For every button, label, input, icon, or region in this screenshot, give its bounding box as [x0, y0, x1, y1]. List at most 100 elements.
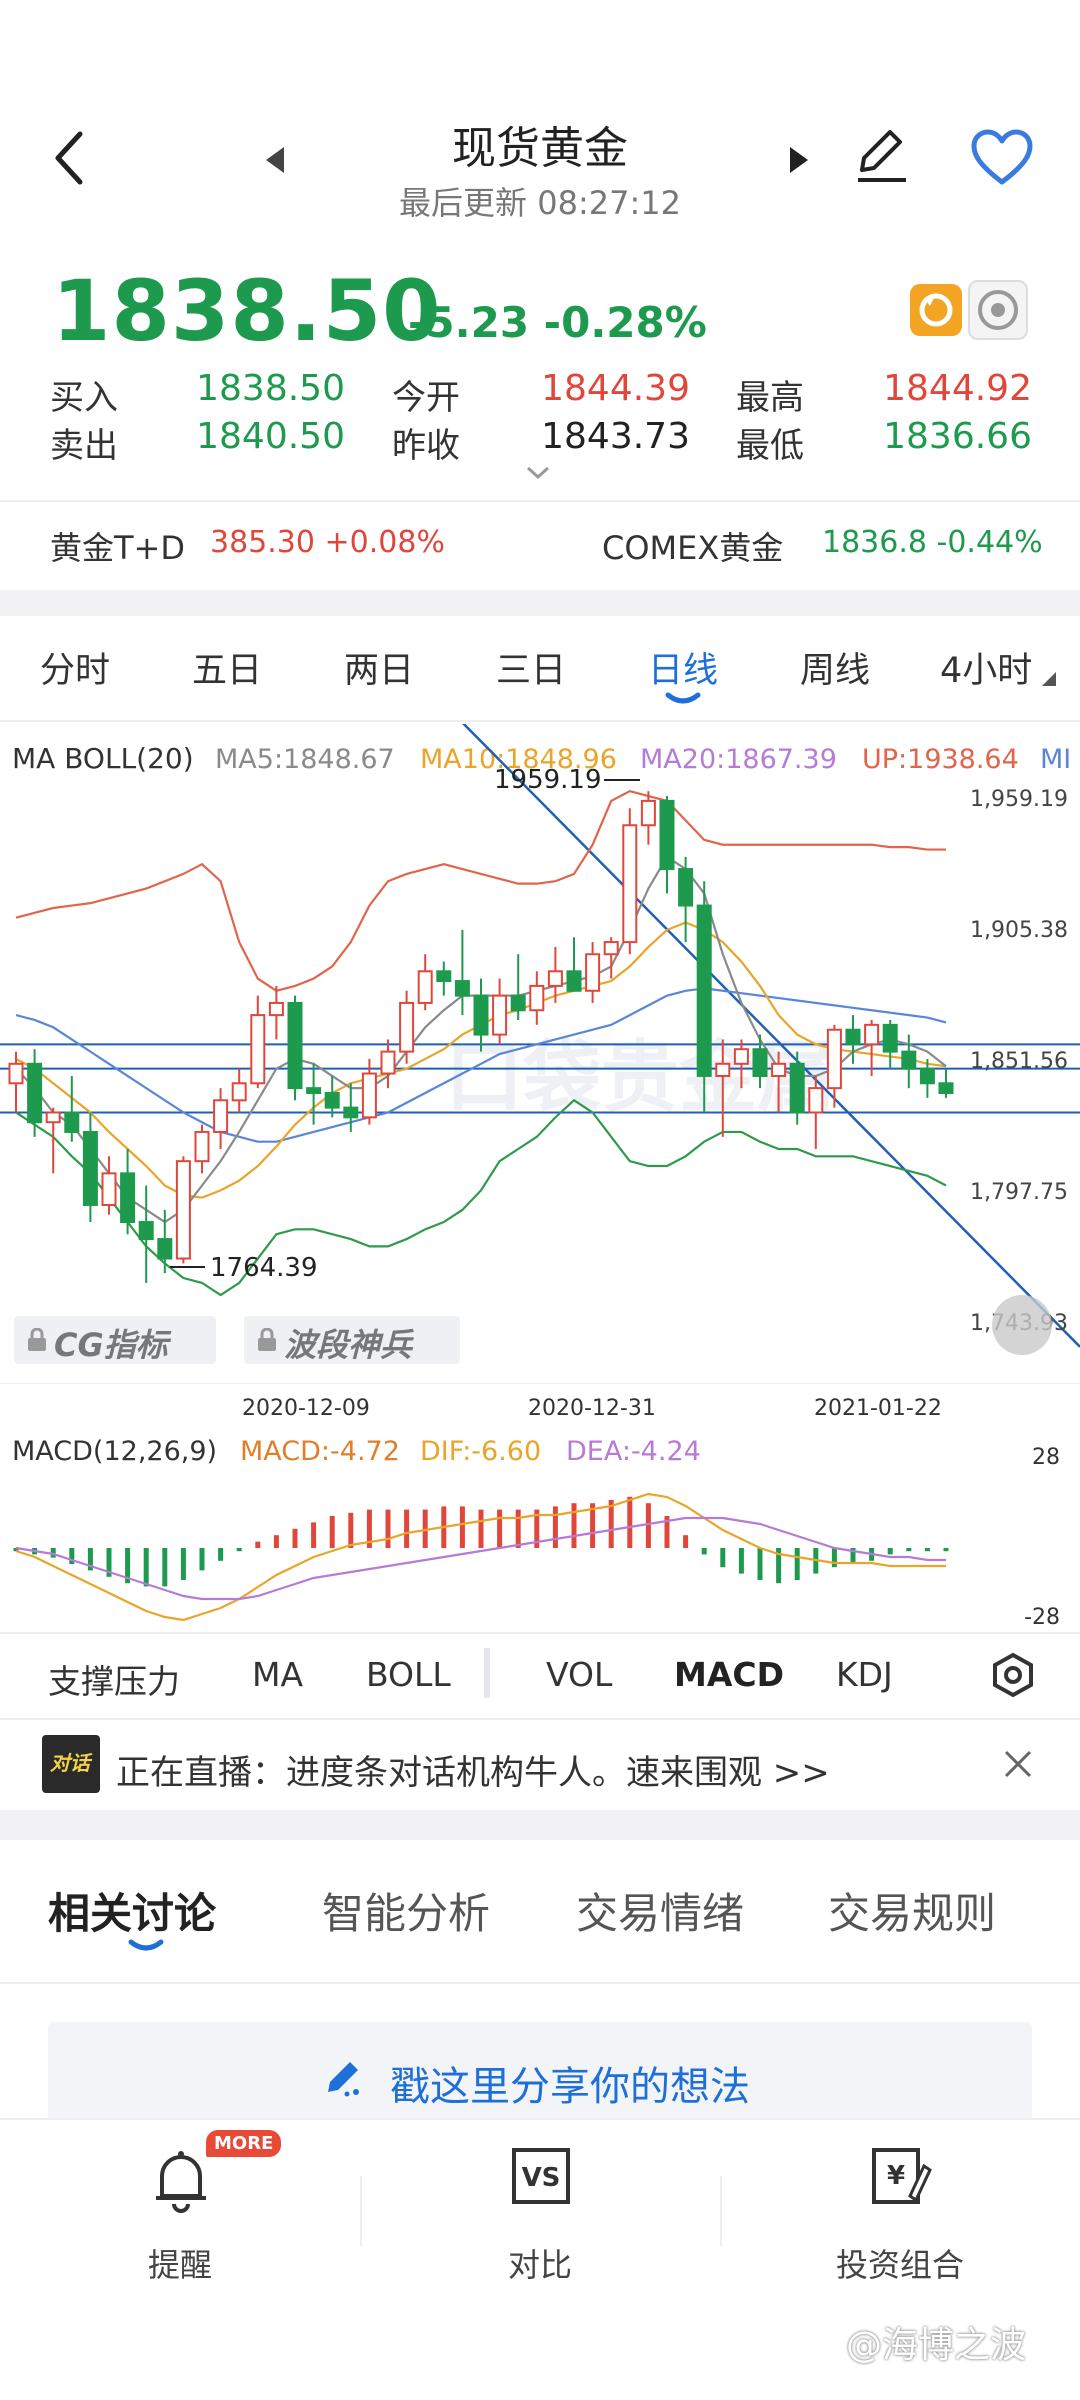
candle-body — [678, 868, 694, 907]
candle — [882, 1019, 898, 1069]
candle-body — [640, 799, 656, 827]
candle — [324, 1075, 340, 1118]
indicator-tab-vol[interactable]: VOL — [546, 1655, 612, 1694]
candle — [436, 961, 452, 996]
expand-chevron-icon[interactable] — [525, 465, 551, 485]
candle — [864, 1019, 880, 1076]
candle-body — [659, 799, 675, 871]
nav-alerts[interactable]: 提醒 — [80, 2240, 280, 2286]
macd-bar — [385, 1509, 391, 1548]
indicator-tab-ma[interactable]: MA — [252, 1655, 303, 1694]
macd-bar — [255, 1541, 261, 1548]
compare-vs-text: VS — [522, 2163, 561, 2193]
tab-trade-rules[interactable]: 交易规则 — [828, 1880, 996, 1941]
indicator-tab-boll[interactable]: BOLL — [366, 1655, 451, 1694]
tab-trade-sentiment[interactable]: 交易情绪 — [576, 1880, 744, 1941]
date-tick: 2020-12-09 — [242, 1396, 370, 1421]
macd-bar — [162, 1548, 168, 1587]
candle-body — [603, 941, 619, 956]
tab-four-hour[interactable]: 4小时 — [940, 642, 1032, 693]
live-stream-banner[interactable]: 正在直播：进度条对话机构牛人。速来围观 >> — [116, 1745, 830, 1794]
next-instrument-button[interactable] — [786, 145, 812, 179]
price-tick: 1,797.75 — [970, 1180, 1068, 1205]
candle-body — [473, 994, 489, 1036]
candle-body — [175, 1160, 191, 1260]
page-title: 现货黄金 — [452, 123, 628, 174]
candle-body — [529, 984, 545, 1012]
tab-daily[interactable]: 日线 — [648, 642, 718, 693]
refresh-icon[interactable] — [910, 284, 962, 336]
settings-cycle-icon[interactable] — [968, 280, 1028, 340]
tab-two-day[interactable]: 两日 — [344, 642, 414, 693]
sell-price: 1840.50 — [196, 416, 345, 457]
tab-weekly[interactable]: 周线 — [800, 642, 870, 693]
candle-body — [306, 1087, 322, 1095]
macd-bar — [497, 1509, 503, 1548]
nav-compare[interactable]: 对比 — [440, 2240, 640, 2286]
price-tick: 1,905.38 — [970, 918, 1068, 943]
boll-dn-line — [15, 1098, 947, 1297]
macd-axis-top: 28 — [1032, 1445, 1060, 1470]
tab-five-day[interactable]: 五日 — [192, 642, 262, 693]
chart-scroll-handle[interactable] — [992, 1295, 1052, 1355]
live-thumbnail[interactable]: 对话 — [42, 1735, 100, 1793]
macd-axis-bottom: -28 — [1024, 1605, 1060, 1630]
corner-watermark: @海博之波 — [846, 2325, 1027, 2366]
last-price: 1838.50 — [52, 262, 442, 360]
favorite-heart-icon[interactable] — [970, 128, 1034, 190]
macd-bar — [906, 1548, 912, 1552]
legend-up: UP:1938.64 — [862, 744, 1019, 775]
locked-indicator-cg[interactable]: CG指标 — [14, 1316, 216, 1364]
indicator-tab-kdj[interactable]: KDJ — [836, 1655, 893, 1694]
tab-three-day[interactable]: 三日 — [496, 642, 566, 693]
candle-body — [436, 970, 452, 983]
macd-bar — [794, 1548, 800, 1580]
kline-chart[interactable]: MA BOLL(20) MA5:1848.67 MA10:1848.96 MA2… — [0, 724, 1080, 1384]
legend-ma5: MA5:1848.67 — [215, 744, 395, 775]
macd-chart[interactable]: MACD(12,26,9) MACD:-4.72 DIF:-6.60 DEA:-… — [0, 1430, 1080, 1630]
close-icon[interactable] — [1000, 1746, 1036, 1786]
compare-vs-icon[interactable]: VS — [508, 2146, 574, 2206]
candle — [938, 1068, 954, 1098]
indicator-settings-icon[interactable] — [990, 1652, 1036, 1698]
candle-body — [789, 1062, 805, 1114]
price-change: -5.23 -0.28% — [408, 298, 707, 347]
nav-portfolio[interactable]: 投资组合 — [800, 2240, 1000, 2286]
candle — [343, 1083, 359, 1132]
candle-body — [231, 1082, 247, 1102]
boll-up-line — [15, 789, 946, 992]
portfolio-icon[interactable]: ¥ — [868, 2146, 934, 2208]
macd-legend-dea: DEA:-4.24 — [566, 1436, 701, 1467]
related-right-name[interactable]: COMEX黄金 — [602, 523, 783, 569]
candle — [566, 937, 582, 992]
macd-bar — [292, 1528, 298, 1548]
candle-body — [380, 1050, 396, 1075]
sell-label: 卖出 — [50, 426, 118, 466]
candle-body — [64, 1111, 80, 1133]
related-right-value: 1836.8 -0.44% — [822, 525, 1043, 560]
macd-bar — [329, 1516, 335, 1548]
locked-indicator-band[interactable]: 波段神兵 — [244, 1316, 460, 1364]
indicator-tab-support[interactable]: 支撑压力 — [48, 1655, 180, 1703]
macd-bar — [180, 1548, 186, 1580]
bell-icon[interactable] — [150, 2146, 212, 2214]
candle — [82, 1112, 98, 1223]
macd-bar — [571, 1503, 577, 1548]
macd-bar — [943, 1548, 949, 1552]
macd-bar — [459, 1506, 465, 1548]
divider — [0, 1718, 1080, 1720]
edit-icon[interactable] — [850, 124, 912, 190]
tab-discussion[interactable]: 相关讨论 — [48, 1880, 216, 1941]
indicator-tab-macd[interactable]: MACD — [674, 1655, 784, 1694]
macd-bar — [683, 1535, 689, 1548]
tab-smart-analysis[interactable]: 智能分析 — [322, 1880, 490, 1941]
candle-body — [213, 1099, 229, 1133]
tab-more-icon[interactable] — [1040, 670, 1058, 688]
candle — [510, 954, 526, 1020]
candle-body — [510, 994, 526, 1012]
tab-intraday[interactable]: 分时 — [40, 642, 110, 693]
related-left-name[interactable]: 黄金T+D — [50, 523, 185, 569]
macd-legend-macd: MACD:-4.72 — [240, 1436, 400, 1467]
divider — [0, 1982, 1080, 1984]
low-annotation: 1764.39 — [210, 1253, 318, 1283]
